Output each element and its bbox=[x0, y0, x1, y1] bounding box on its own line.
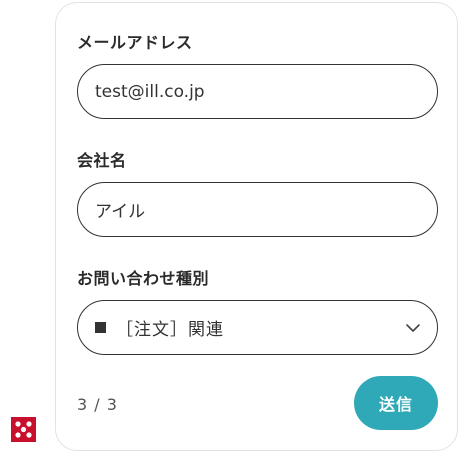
form-card: メールアドレス test@ill.co.jp 会社名 アイル お問い合わせ種別 … bbox=[55, 2, 458, 451]
step-progress: 3 / 3 bbox=[77, 395, 118, 414]
square-icon bbox=[95, 322, 106, 333]
email-label: メールアドレス bbox=[77, 33, 193, 52]
company-field[interactable]: アイル bbox=[77, 182, 438, 237]
company-value: アイル bbox=[95, 202, 146, 222]
email-field[interactable]: test@ill.co.jp bbox=[77, 64, 438, 119]
brand-logo bbox=[11, 417, 36, 442]
chevron-down-icon bbox=[406, 323, 420, 332]
email-value: test@ill.co.jp bbox=[95, 81, 205, 102]
company-label: 会社名 bbox=[77, 151, 127, 170]
inquiry-type-value: ［注文］関連 bbox=[116, 320, 224, 340]
submit-button[interactable]: 送信 bbox=[354, 376, 438, 430]
inquiry-type-select[interactable]: ［注文］関連 bbox=[77, 300, 438, 355]
inquiry-type-label: お問い合わせ種別 bbox=[77, 269, 210, 288]
